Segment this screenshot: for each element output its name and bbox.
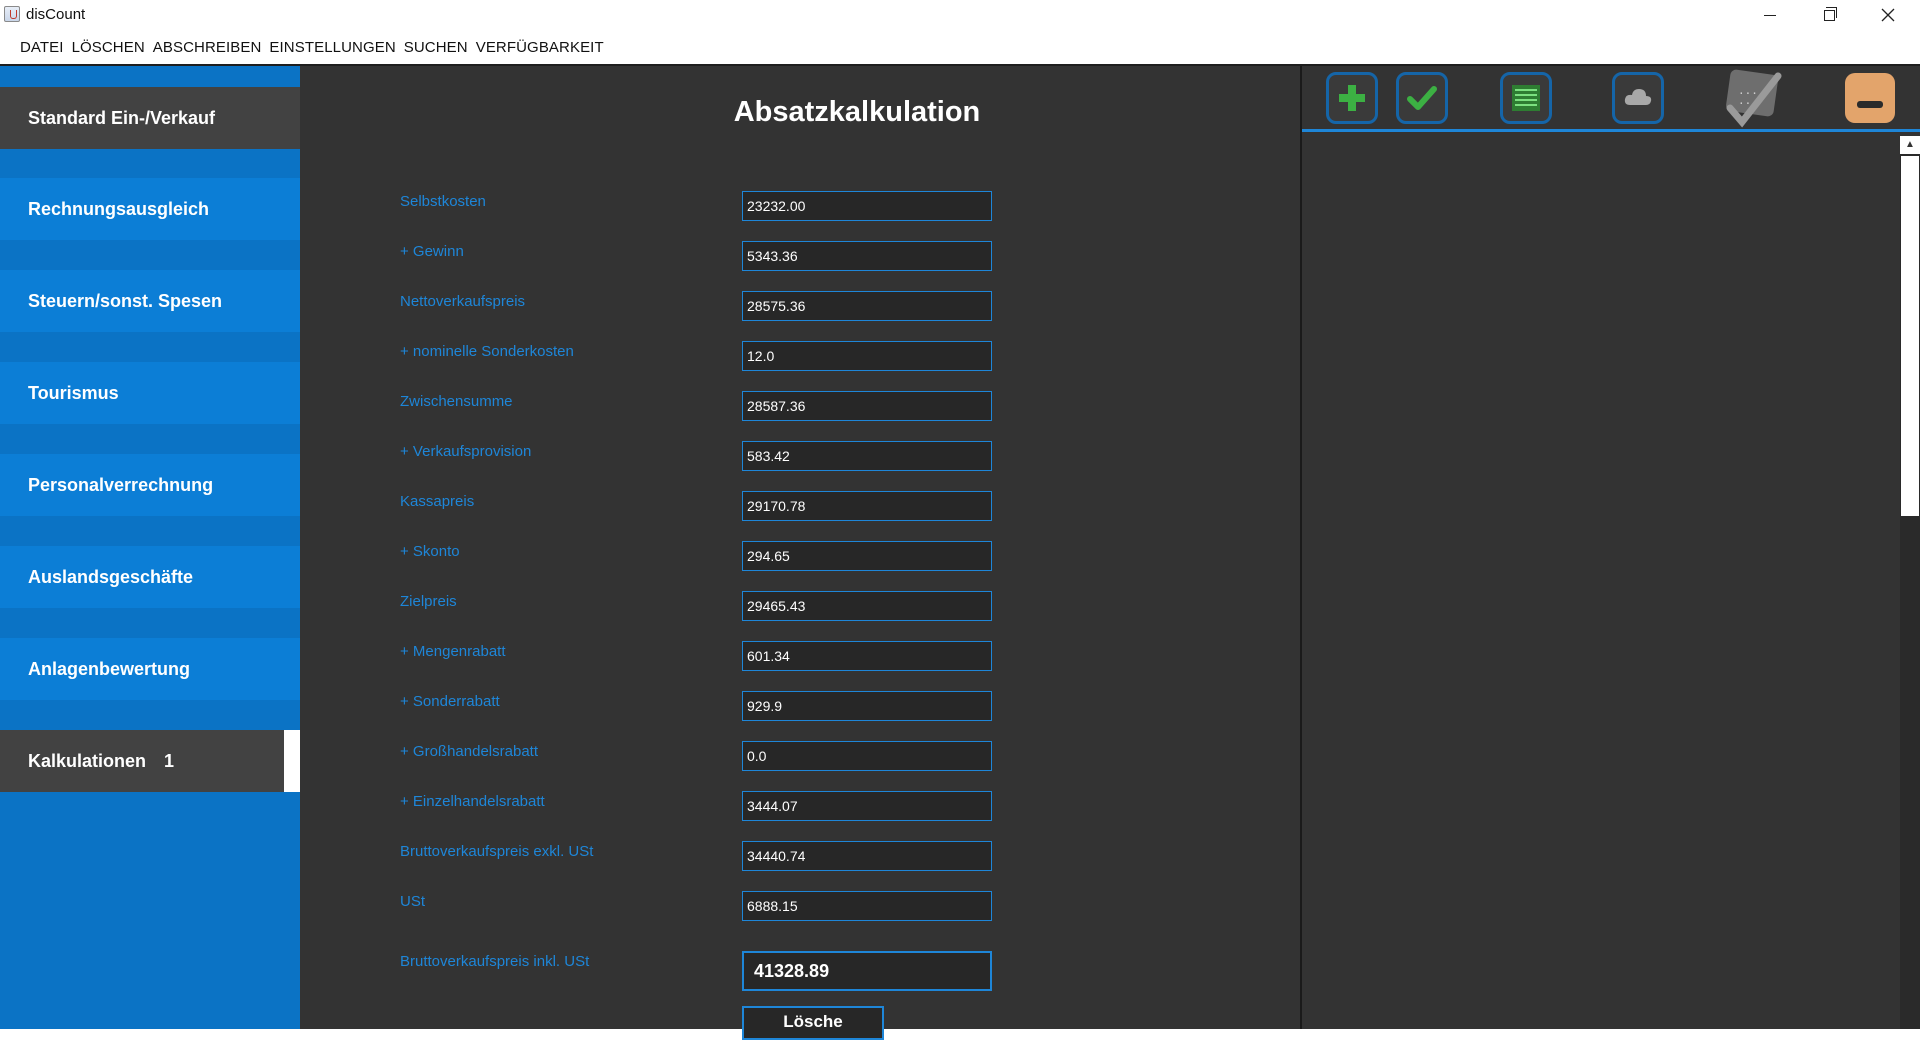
sidebar-item-label: Auslandsgeschäfte	[28, 566, 194, 587]
check-icon	[1407, 86, 1437, 110]
label-ust: USt	[400, 893, 426, 910]
menu-bar: DATEI LÖSCHEN ABSCHREIBEN EINSTELLUNGEN …	[0, 33, 1920, 61]
cloud-icon	[1624, 89, 1652, 105]
window-minimize-button[interactable]	[1741, 0, 1799, 30]
label-bruttoverkaufspreis-inkl: Bruttoverkaufspreis inkl. USt	[400, 953, 590, 970]
sidebar-item-label: Personalverrechnung	[28, 474, 214, 495]
page-title: Absatzkalkulation	[733, 96, 981, 128]
sidebar-item-auslandsgeschaefte[interactable]: Auslandsgeschäfte	[0, 546, 300, 608]
field-skonto[interactable]	[742, 541, 992, 571]
calculator-button[interactable]: ... ...	[1716, 69, 1792, 128]
field-bruttoverkaufspreis-exkl[interactable]	[742, 841, 992, 871]
collapse-button[interactable]	[1845, 73, 1895, 123]
list-icon	[1512, 85, 1540, 111]
calculation-panel: Absatzkalkulation Selbstkosten + Gewinn …	[300, 66, 1300, 1040]
window-title: disCount	[26, 6, 86, 23]
sidebar-item-label: Rechnungsausgleich	[28, 198, 210, 219]
sidebar-item-label: Steuern/sonst. Spesen	[28, 290, 223, 311]
sidebar-item-tourismus[interactable]: Tourismus	[0, 362, 300, 424]
field-zielpreis[interactable]	[742, 591, 992, 621]
menu-suchen[interactable]: SUCHEN	[404, 39, 468, 56]
label-skonto: + Skonto	[400, 543, 460, 560]
cloud-button[interactable]	[1612, 72, 1664, 124]
title-bar: disCount	[0, 0, 1920, 30]
sidebar-item-personalverrechnung[interactable]: Personalverrechnung	[0, 454, 300, 516]
scrollbar-thumb[interactable]	[1901, 156, 1919, 516]
menu-loeschen[interactable]: LÖSCHEN	[72, 39, 145, 56]
menu-verfuegbarkeit[interactable]: VERFÜGBARKEIT	[476, 39, 604, 56]
field-mengenrabatt[interactable]	[742, 641, 992, 671]
sidebar-item-rechnungsausgleich[interactable]: Rechnungsausgleich	[0, 178, 300, 240]
field-ust[interactable]	[742, 891, 992, 921]
confirm-button[interactable]	[1396, 72, 1448, 124]
sidebar-item-standard-ein-verkauf[interactable]: Standard Ein-/Verkauf	[0, 87, 300, 149]
window-restore-button[interactable]	[1800, 0, 1858, 30]
sidebar-item-steuern[interactable]: Steuern/sonst. Spesen	[0, 270, 300, 332]
field-zwischensumme[interactable]	[742, 391, 992, 421]
label-mengenrabatt: + Mengenrabatt	[400, 643, 506, 660]
menu-datei[interactable]: DATEI	[20, 39, 64, 56]
toolbar-underline	[1302, 129, 1920, 132]
sidebar-item-anlagenbewertung[interactable]: Anlagenbewertung	[0, 638, 300, 700]
sidebar-item-count: 1	[164, 750, 175, 771]
field-kassapreis[interactable]	[742, 491, 992, 521]
label-kassapreis: Kassapreis	[400, 493, 475, 510]
sidebar-item-kalkulationen[interactable]: Kalkulationen 1	[0, 730, 300, 792]
label-nominelle-sonderkosten: + nominelle Sonderkosten	[400, 343, 574, 360]
sidebar: Standard Ein-/Verkauf Rechnungsausgleich…	[0, 66, 300, 1029]
label-bruttoverkaufspreis-exkl: Bruttoverkaufspreis exkl. USt	[400, 843, 594, 860]
sidebar-item-label: Tourismus	[28, 382, 119, 403]
results-area[interactable]	[1302, 134, 1920, 1029]
field-verkaufsprovision[interactable]	[742, 441, 992, 471]
add-icon	[1339, 85, 1365, 111]
label-grosshandelsrabatt: + Großhandelsrabatt	[400, 743, 538, 760]
list-button[interactable]	[1500, 72, 1552, 124]
sidebar-item-label: Anlagenbewertung	[28, 658, 191, 679]
label-verkaufsprovision: + Verkaufsprovision	[400, 443, 532, 460]
menu-einstellungen[interactable]: EINSTELLUNGEN	[269, 39, 395, 56]
field-grosshandelsrabatt[interactable]	[742, 741, 992, 771]
clear-button[interactable]: Lösche	[742, 1006, 884, 1040]
minimize-icon	[1764, 14, 1776, 16]
label-zwischensumme: Zwischensumme	[400, 393, 513, 410]
calculator-icon: ... ...	[1726, 69, 1782, 128]
add-button[interactable]	[1326, 72, 1378, 124]
field-bruttoverkaufspreis-inkl[interactable]	[742, 951, 992, 991]
minus-icon	[1857, 101, 1883, 108]
scroll-up-arrow-icon[interactable]: ▲	[1900, 136, 1920, 154]
field-nominelle-sonderkosten[interactable]	[742, 341, 992, 371]
sidebar-item-label: Kalkulationen	[28, 750, 147, 771]
label-zielpreis: Zielpreis	[400, 593, 457, 610]
sidebar-item-label: Standard Ein-/Verkauf	[28, 107, 216, 128]
right-panel: ... ... ▲	[1302, 66, 1920, 1029]
label-sonderrabatt: + Sonderrabatt	[400, 693, 500, 710]
window-close-button[interactable]	[1859, 0, 1917, 30]
close-icon	[1881, 8, 1895, 22]
label-einzelhandelsrabatt: + Einzelhandelsrabatt	[400, 793, 545, 810]
java-app-icon	[4, 6, 20, 22]
field-einzelhandelsrabatt[interactable]	[742, 791, 992, 821]
label-selbstkosten: Selbstkosten	[400, 193, 486, 210]
restore-icon	[1823, 6, 1837, 21]
label-gewinn: + Gewinn	[400, 243, 464, 260]
field-sonderrabatt[interactable]	[742, 691, 992, 721]
menu-abschreiben[interactable]: ABSCHREIBEN	[153, 39, 262, 56]
field-nettoverkaufspreis[interactable]	[742, 291, 992, 321]
field-gewinn[interactable]	[742, 241, 992, 271]
field-selbstkosten[interactable]	[742, 191, 992, 221]
toolbar: ... ...	[1302, 66, 1920, 132]
selection-marker	[284, 730, 300, 792]
label-nettoverkaufspreis: Nettoverkaufspreis	[400, 293, 526, 310]
